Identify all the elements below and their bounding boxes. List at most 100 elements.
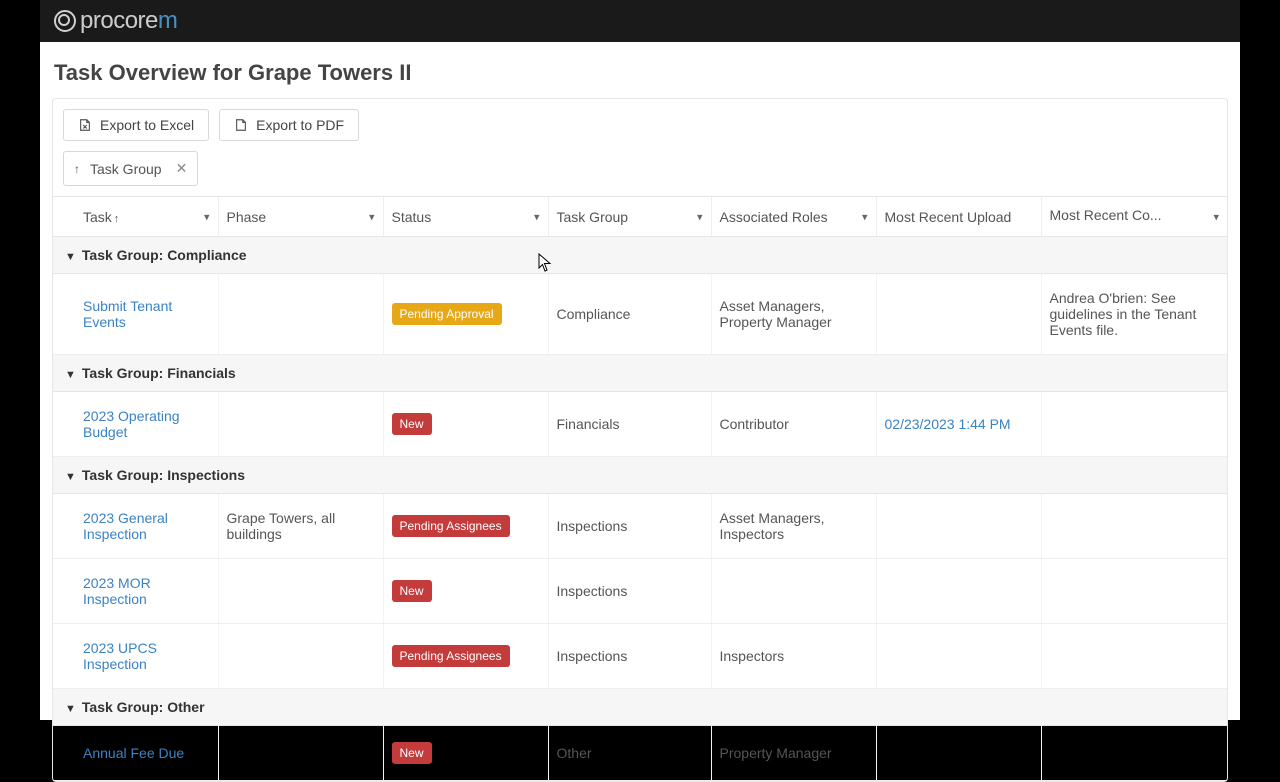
cell-status: New bbox=[383, 559, 548, 624]
export-pdf-icon bbox=[234, 118, 248, 132]
cell-task-group: Inspections bbox=[548, 624, 711, 689]
table-row: 2023 General Inspection Grape Towers, all… bbox=[53, 494, 1227, 559]
cell-task-group: Inspections bbox=[548, 494, 711, 559]
filter-icon[interactable]: ▾ bbox=[862, 210, 868, 223]
chevron-down-icon: ▼ bbox=[65, 369, 76, 381]
task-link[interactable]: 2023 MOR Inspection bbox=[83, 575, 151, 607]
filter-icon[interactable]: ▾ bbox=[369, 210, 375, 223]
chevron-down-icon: ▼ bbox=[65, 251, 76, 263]
page-title: Task Overview for Grape Towers II bbox=[40, 42, 1240, 98]
task-link[interactable]: 2023 UPCS Inspection bbox=[83, 640, 157, 672]
column-header-status[interactable]: Status ▾ bbox=[383, 197, 548, 237]
table-row: Submit Tenant Events Pending Approval Comp… bbox=[53, 274, 1227, 355]
cell-roles: Asset Managers, Property Manager bbox=[711, 274, 876, 355]
cell-upload bbox=[876, 274, 1041, 355]
sort-asc-icon: ↑ bbox=[74, 162, 80, 176]
cell-comment bbox=[1041, 494, 1227, 559]
cell-status: New bbox=[383, 392, 548, 457]
cell-roles: Contributor bbox=[711, 392, 876, 457]
column-header-roles-label: Associated Roles bbox=[720, 209, 828, 225]
brand-name: procorem bbox=[80, 7, 177, 35]
upload-link[interactable]: 02/23/2023 1:44 PM bbox=[885, 416, 1011, 432]
filter-icon[interactable]: ▾ bbox=[534, 210, 540, 223]
task-link[interactable]: Annual Fee Due bbox=[83, 745, 184, 761]
filter-icon[interactable]: ▾ bbox=[204, 210, 210, 223]
cell-phase: Grape Towers, all buildings bbox=[218, 494, 383, 559]
status-badge: New bbox=[392, 413, 432, 435]
cell-upload bbox=[876, 559, 1041, 624]
cell-phase bbox=[218, 624, 383, 689]
status-badge: Pending Approval bbox=[392, 303, 502, 325]
chevron-down-icon: ▼ bbox=[65, 703, 76, 715]
group-title: Task Group: Compliance bbox=[82, 247, 247, 263]
column-header-upload-label: Most Recent Upload bbox=[885, 209, 1012, 225]
group-title: Task Group: Other bbox=[82, 699, 205, 715]
top-bar: procorem bbox=[40, 0, 1240, 42]
status-badge: New bbox=[392, 580, 432, 602]
status-badge: New bbox=[392, 742, 432, 764]
export-pdf-label: Export to PDF bbox=[256, 117, 344, 133]
filter-icon[interactable]: ▾ bbox=[697, 210, 703, 223]
group-chip-task-group[interactable]: ↑ Task Group ✕ bbox=[63, 151, 198, 186]
group-row[interactable]: ▼Task Group: Financials bbox=[53, 355, 1227, 392]
close-icon[interactable]: ✕ bbox=[176, 160, 188, 177]
column-header-phase[interactable]: Phase ▾ bbox=[218, 197, 383, 237]
cell-phase bbox=[218, 726, 383, 781]
column-header-task[interactable]: Task↑ ▾ bbox=[53, 197, 218, 237]
cell-status: Pending Assignees bbox=[383, 494, 548, 559]
task-link[interactable]: 2023 Operating Budget bbox=[83, 408, 180, 440]
grouping-row: ↑ Task Group ✕ bbox=[53, 151, 1227, 196]
group-chip-label: Task Group bbox=[90, 161, 162, 177]
table-row: 2023 MOR Inspection New Inspections bbox=[53, 559, 1227, 624]
task-link[interactable]: Submit Tenant Events bbox=[83, 298, 172, 330]
column-header-phase-label: Phase bbox=[227, 209, 267, 225]
cell-upload bbox=[876, 494, 1041, 559]
cell-comment: Andrea O'brien: See guidelines in the Te… bbox=[1041, 274, 1227, 355]
chevron-down-icon: ▼ bbox=[65, 471, 76, 483]
task-grid-panel: Export to Excel Export to PDF ↑ Task Gro… bbox=[52, 98, 1228, 782]
cell-task-group: Other bbox=[548, 726, 711, 781]
export-excel-button[interactable]: Export to Excel bbox=[63, 109, 209, 141]
cell-roles: Inspectors bbox=[711, 624, 876, 689]
cell-roles: Asset Managers, Inspectors bbox=[711, 494, 876, 559]
cell-status: New bbox=[383, 726, 548, 781]
cell-phase bbox=[218, 559, 383, 624]
cell-upload bbox=[876, 624, 1041, 689]
task-grid: Task↑ ▾ Phase ▾ Status ▾ Task Group bbox=[53, 196, 1227, 781]
export-toolbar: Export to Excel Export to PDF bbox=[53, 99, 1227, 151]
table-row: 2023 Operating Budget New FinancialsContri… bbox=[53, 392, 1227, 457]
cell-status: Pending Approval bbox=[383, 274, 548, 355]
logo-mark-icon bbox=[54, 10, 76, 32]
cell-comment bbox=[1041, 624, 1227, 689]
cell-phase bbox=[218, 392, 383, 457]
cell-task-group: Inspections bbox=[548, 559, 711, 624]
cell-comment bbox=[1041, 726, 1227, 781]
brand-logo[interactable]: procorem bbox=[54, 7, 177, 35]
column-header-roles[interactable]: Associated Roles ▾ bbox=[711, 197, 876, 237]
export-excel-icon bbox=[78, 118, 92, 132]
task-link[interactable]: 2023 General Inspection bbox=[83, 510, 168, 542]
filter-icon[interactable]: ▾ bbox=[1213, 210, 1219, 223]
cell-roles: Property Manager bbox=[711, 726, 876, 781]
cell-phase bbox=[218, 274, 383, 355]
export-excel-label: Export to Excel bbox=[100, 117, 194, 133]
column-header-comment-label: Most Recent Co... bbox=[1050, 207, 1162, 223]
cell-task-group: Compliance bbox=[548, 274, 711, 355]
group-title: Task Group: Inspections bbox=[82, 467, 245, 483]
column-header-task-group-label: Task Group bbox=[557, 209, 629, 225]
column-header-upload[interactable]: Most Recent Upload bbox=[876, 197, 1041, 237]
sort-asc-icon: ↑ bbox=[114, 213, 120, 225]
cell-upload bbox=[876, 726, 1041, 781]
table-row: 2023 UPCS InspectionPending AssigneesIns… bbox=[53, 624, 1227, 689]
cell-roles bbox=[711, 559, 876, 624]
cell-task-group: Financials bbox=[548, 392, 711, 457]
cell-upload: 02/23/2023 1:44 PM bbox=[876, 392, 1041, 457]
column-header-comment[interactable]: Most Recent Co... ▾ bbox=[1041, 197, 1227, 237]
export-pdf-button[interactable]: Export to PDF bbox=[219, 109, 359, 141]
status-badge: Pending Assignees bbox=[392, 515, 510, 537]
column-header-status-label: Status bbox=[392, 209, 432, 225]
group-row[interactable]: ▼ Task Group: Inspections bbox=[53, 457, 1227, 494]
group-row[interactable]: ▼ Task Group: Compliance bbox=[53, 237, 1227, 274]
column-header-task-group[interactable]: Task Group ▾ bbox=[548, 197, 711, 237]
column-header-task-label: Task bbox=[83, 209, 112, 225]
